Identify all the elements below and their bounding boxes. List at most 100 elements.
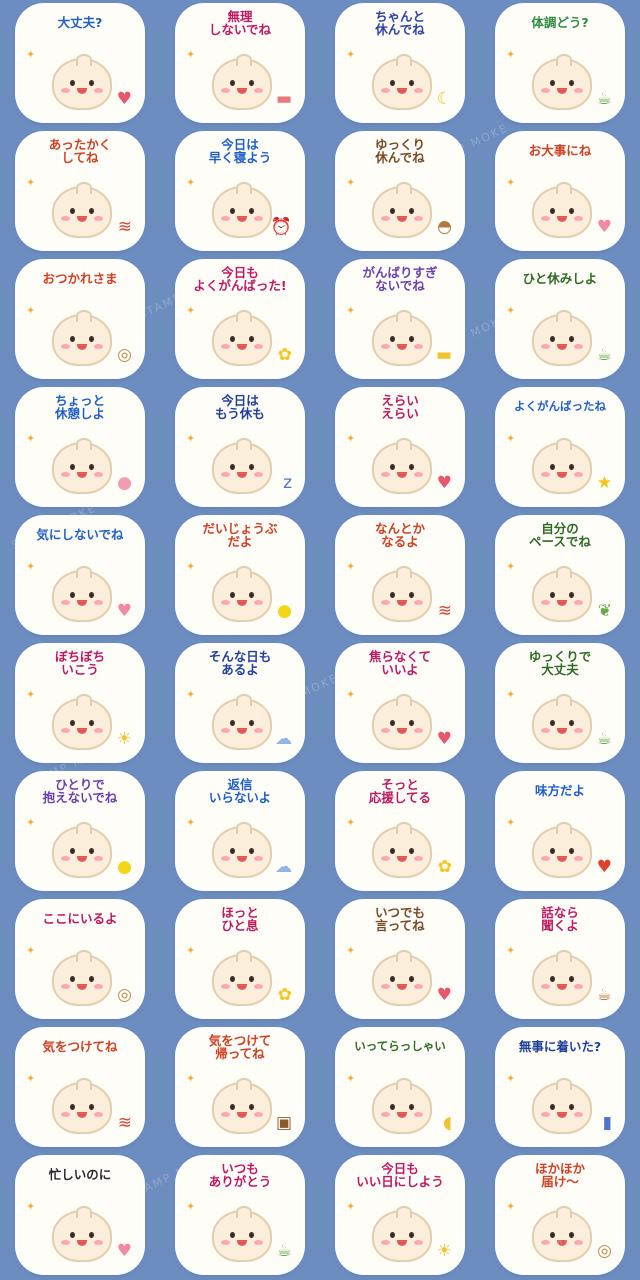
mouth (237, 728, 247, 734)
eye (390, 464, 395, 470)
sticker[interactable]: 忙しいのに ✦ ♥ (18, 1158, 142, 1272)
sticker-cell[interactable]: 今日も よくがんばった! ✦ ✿ (160, 256, 320, 384)
eye (249, 336, 254, 342)
sticker[interactable]: 焦らなくて いいよ ✦ ♥ (338, 646, 462, 760)
sticker-cell[interactable]: なんとか なるよ ✦ ≋ (320, 512, 480, 640)
bun-character (372, 822, 432, 878)
sticker[interactable]: ぼちぼち いこう ✦ ☀ (18, 646, 142, 760)
sticker-cell[interactable]: いってらっしゃい ✦ ◖ (320, 1024, 480, 1152)
sticker-cell[interactable]: 気をつけて 帰ってね ✦ ▣ (160, 1024, 320, 1152)
sticker[interactable]: 大丈夫? ✦ ♥ (18, 6, 142, 120)
sticker-cell[interactable]: 気にしないでね ✦ ♥ (0, 512, 160, 640)
cheek (254, 728, 263, 733)
sticker[interactable]: いつでも 言ってね ✦ ♥ (338, 902, 462, 1016)
eye (550, 592, 555, 598)
sticker-cell[interactable]: ひとりで 抱えないでね ✦ ● (0, 768, 160, 896)
sticker-cell[interactable]: ここにいるよ ✦ ◎ (0, 896, 160, 1024)
sticker-cell[interactable]: えらい えらい ✦ ♥ (320, 384, 480, 512)
eye (390, 336, 395, 342)
sticker[interactable]: 味方だよ ✦ ♥ (498, 774, 622, 888)
sticker[interactable]: おつかれさま ✦ ◎ (18, 262, 142, 376)
sticker-cell[interactable]: 気をつけてね ✦ ≋ (0, 1024, 160, 1152)
sticker-cell[interactable]: 無事に着いた? ✦ ▮ (480, 1024, 640, 1152)
sticker[interactable]: いってらっしゃい ✦ ◖ (338, 1030, 462, 1144)
sticker-cell[interactable]: 自分の ペースでね ✦ ❦ (480, 512, 640, 640)
sticker[interactable]: ゆっくりで 大丈夫 ✦ ☕ (498, 646, 622, 760)
sticker-cell[interactable]: 今日は もう休も ✦ z (160, 384, 320, 512)
sticker[interactable]: お大事にね ✦ ♥ (498, 134, 622, 248)
sticker-cell[interactable]: がんばりすぎ ないでね ✦ ▬ (320, 256, 480, 384)
sticker[interactable]: 話なら 聞くよ ✦ ☕ (498, 902, 622, 1016)
sticker[interactable]: 今日も いい日にしよう ✦ ☀ (338, 1158, 462, 1272)
cheek (414, 1112, 423, 1117)
mouth (397, 1240, 407, 1246)
sticker-cell[interactable]: ちょっと 休憩しよ ✦ ● (0, 384, 160, 512)
sticker-cell[interactable]: 今日も いい日にしよう ✦ ☀ (320, 1152, 480, 1280)
sticker[interactable]: そっと 応援してる ✦ ✿ (338, 774, 462, 888)
sticker-cell[interactable]: 体調どう? ✦ ☕ (480, 0, 640, 128)
eye (70, 976, 75, 982)
eye (569, 848, 574, 854)
sticker[interactable]: よくがんばったね ✦ ★ (498, 390, 622, 504)
sticker[interactable]: 無事に着いた? ✦ ▮ (498, 1030, 622, 1144)
sticker[interactable]: あったかく してね ✦ ≋ (18, 134, 142, 248)
sticker-cell[interactable]: お大事にね ✦ ♥ (480, 128, 640, 256)
sticker[interactable]: 今日は もう休も ✦ z (178, 390, 302, 504)
sticker-cell[interactable]: 今日は 早く寝よう ✦ ⏰ (160, 128, 320, 256)
sticker[interactable]: 今日は 早く寝よう ✦ ⏰ (178, 134, 302, 248)
sticker-cell[interactable]: ぼちぼち いこう ✦ ☀ (0, 640, 160, 768)
cheek (94, 856, 103, 861)
sticker[interactable]: ほっと ひと息 ✦ ✿ (178, 902, 302, 1016)
sticker-cell[interactable]: ゆっくりで 大丈夫 ✦ ☕ (480, 640, 640, 768)
sparkle-icon: ✦ (346, 1072, 356, 1085)
sticker[interactable]: ちょっと 休憩しよ ✦ ● (18, 390, 142, 504)
bun-character (52, 566, 112, 622)
sticker[interactable]: 自分の ペースでね ✦ ❦ (498, 518, 622, 632)
sticker-cell[interactable]: 忙しいのに ✦ ♥ (0, 1152, 160, 1280)
sticker-cell[interactable]: 焦らなくて いいよ ✦ ♥ (320, 640, 480, 768)
sticker[interactable]: 今日も よくがんばった! ✦ ✿ (178, 262, 302, 376)
sticker-cell[interactable]: 味方だよ ✦ ♥ (480, 768, 640, 896)
sticker[interactable]: 気をつけて 帰ってね ✦ ▣ (178, 1030, 302, 1144)
sticker[interactable]: ここにいるよ ✦ ◎ (18, 902, 142, 1016)
sticker-cell[interactable]: だいじょうぶ だよ ✦ ● (160, 512, 320, 640)
sticker[interactable]: 返信 いらないよ ✦ ☁ (178, 774, 302, 888)
sticker-prop-icon: ● (117, 473, 132, 493)
sticker-cell[interactable]: そんな日も あるよ ✦ ☁ (160, 640, 320, 768)
sticker-caption: あったかく してね (48, 137, 112, 165)
eye (409, 464, 414, 470)
eye (409, 976, 414, 982)
sticker-cell[interactable]: 話なら 聞くよ ✦ ☕ (480, 896, 640, 1024)
sticker-cell[interactable]: よくがんばったね ✦ ★ (480, 384, 640, 512)
sticker[interactable]: なんとか なるよ ✦ ≋ (338, 518, 462, 632)
sticker-cell[interactable]: ちゃんと 休んでね ✦ ☾ (320, 0, 480, 128)
sticker[interactable]: ちゃんと 休んでね ✦ ☾ (338, 6, 462, 120)
sticker-cell[interactable]: おつかれさま ✦ ◎ (0, 256, 160, 384)
sticker[interactable]: いつも ありがとう ✦ ☕ (178, 1158, 302, 1272)
sticker-caption: ほっと ひと息 (221, 905, 259, 933)
sticker-cell[interactable]: 返信 いらないよ ✦ ☁ (160, 768, 320, 896)
sticker[interactable]: 体調どう? ✦ ☕ (498, 6, 622, 120)
sticker-caption: よくがんばったね (514, 399, 606, 413)
cheek (574, 472, 583, 477)
sticker-cell[interactable]: いつでも 言ってね ✦ ♥ (320, 896, 480, 1024)
sticker[interactable]: ひとりで 抱えないでね ✦ ● (18, 774, 142, 888)
sticker[interactable]: 無理 しないでね ✦ ▬ (178, 6, 302, 120)
cheek (61, 1240, 70, 1245)
sticker-cell[interactable]: そっと 応援してる ✦ ✿ (320, 768, 480, 896)
bun-character (212, 438, 272, 494)
sticker-cell[interactable]: 大丈夫? ✦ ♥ (0, 0, 160, 128)
sticker[interactable]: ひと休みしよ ✦ ☕ (498, 262, 622, 376)
sticker-cell[interactable]: ほっと ひと息 ✦ ✿ (160, 896, 320, 1024)
cheek (94, 88, 103, 93)
eye (89, 848, 94, 854)
cheek (254, 1240, 263, 1245)
sticker[interactable]: だいじょうぶ だよ ✦ ● (178, 518, 302, 632)
sticker-cell[interactable]: あったかく してね ✦ ≋ (0, 128, 160, 256)
sticker-cell[interactable]: ほかほか 届け〜 ✦ ◎ (480, 1152, 640, 1280)
sticker[interactable]: えらい えらい ✦ ♥ (338, 390, 462, 504)
sticker-cell[interactable]: 無理 しないでね ✦ ▬ (160, 0, 320, 128)
sticker-caption: がんばりすぎ ないでね (362, 265, 438, 293)
sticker[interactable]: 気をつけてね ✦ ≋ (18, 1030, 142, 1144)
sticker[interactable]: がんばりすぎ ないでね ✦ ▬ (338, 262, 462, 376)
